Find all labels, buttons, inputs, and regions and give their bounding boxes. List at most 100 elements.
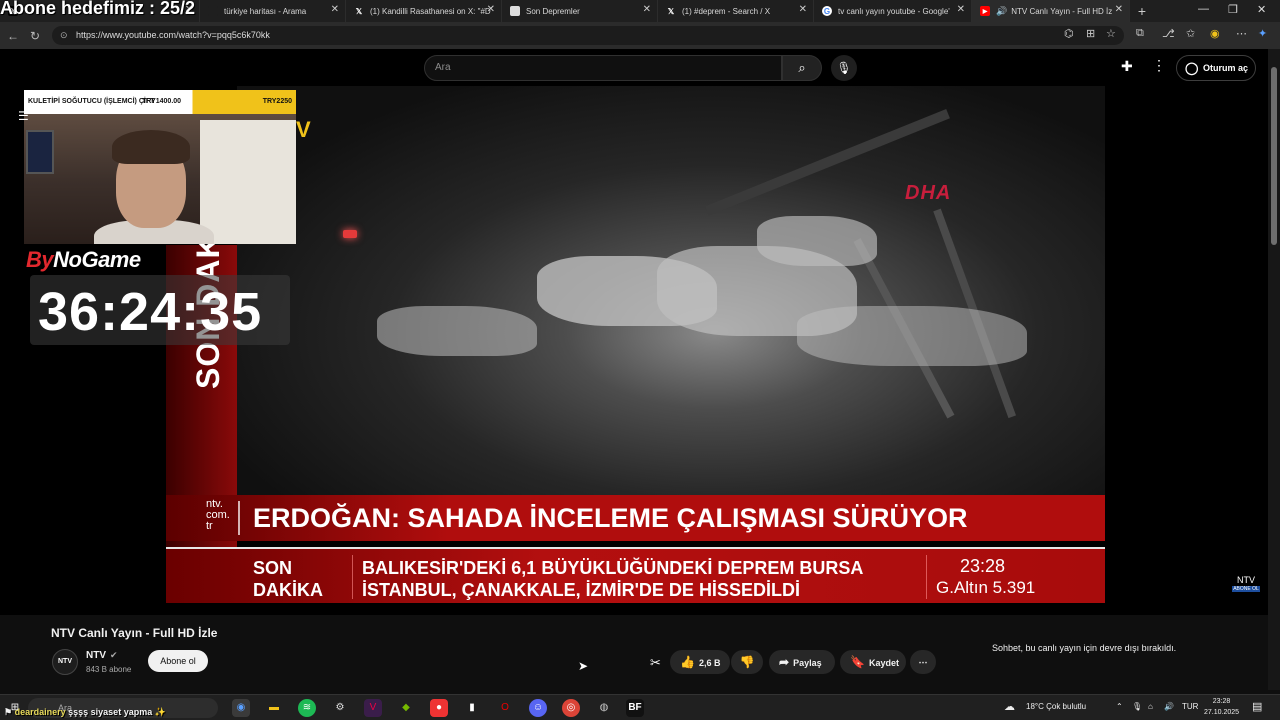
chrome-icon[interactable]: ◎ xyxy=(562,699,580,717)
steam-icon[interactable]: ⚙ xyxy=(331,699,349,717)
gold-price: G.Altın 5.391 xyxy=(936,578,1036,597)
tab-label: (1) #deprem - Search / X xyxy=(682,6,771,16)
new-tab-button[interactable]: + xyxy=(1130,3,1154,19)
more-menu-icon[interactable]: ⋯ xyxy=(1236,27,1247,40)
close-tab-icon[interactable]: ✕ xyxy=(487,4,495,15)
file-explorer-icon[interactable]: ▬ xyxy=(265,699,283,717)
bf-app-icon[interactable]: BF xyxy=(626,699,644,717)
tab-label: (1) Kandilli Rasathanesi on X: "#D xyxy=(370,6,491,16)
document-icon[interactable]: ▮ xyxy=(463,699,481,717)
copilot-icon[interactable]: ✦ xyxy=(1258,27,1267,40)
notification-icon[interactable]: ▤ xyxy=(1252,700,1262,713)
extension-icon[interactable]: ⌬ xyxy=(1064,27,1074,40)
page-scrollbar[interactable] xyxy=(1268,49,1280,690)
favorite-star-icon[interactable]: ☆ xyxy=(1106,27,1116,40)
video-scene-image: DHA xyxy=(237,86,1105,496)
language-indicator[interactable]: TUR xyxy=(1182,702,1198,711)
channel-name[interactable]: NTV xyxy=(86,650,106,661)
opera-icon[interactable]: O xyxy=(496,699,514,717)
mouse-cursor-icon: ➤ xyxy=(578,659,589,673)
chat-badge-icon: ⚑ xyxy=(4,707,13,717)
like-button[interactable]: 👍 2,6 B xyxy=(670,650,730,674)
favorites-icon[interactable]: ✩ xyxy=(1186,27,1195,40)
tab-deprem-search[interactable]: 𝕏 (1) #deprem - Search / X ✕ xyxy=(658,0,814,22)
chat-username: deardainery xyxy=(14,707,66,717)
subscriber-count: 843 B abone xyxy=(86,665,132,674)
network-icon[interactable]: ⌂ xyxy=(1148,702,1153,711)
video-title: NTV Canlı Yayın - Full HD İzle xyxy=(51,626,218,640)
search-icon: ⌕ xyxy=(798,60,806,75)
more-actions-button[interactable]: ⋯ xyxy=(910,650,936,674)
obs-icon[interactable]: ◍ xyxy=(595,699,613,717)
tab-ntv-active[interactable]: ▶ 🔊 NTV Canlı Yayın - Full HD İz ✕ xyxy=(972,0,1130,22)
vbox-icon[interactable]: V xyxy=(364,699,382,717)
search-input[interactable]: Ara xyxy=(424,55,782,81)
thumbs-down-icon: 👎 xyxy=(739,655,755,669)
clock[interactable]: 23:28 27.10.2025 xyxy=(1204,696,1239,718)
sparkle-icon: ✨ xyxy=(154,707,166,717)
discord-icon[interactable]: ☺ xyxy=(529,699,547,717)
extensions-icon[interactable]: ⧉ xyxy=(1136,27,1144,40)
ticker-label: SON DAKİKA xyxy=(253,558,323,600)
tab-son-depremler[interactable]: Son Depremler ✕ xyxy=(502,0,658,22)
create-icon[interactable]: ✚ xyxy=(1121,58,1133,75)
chat-message: şşşş siyaset yapma xyxy=(68,707,153,717)
share-button[interactable]: ➦ Paylaş xyxy=(769,650,835,674)
dha-watermark: DHA xyxy=(905,182,952,204)
ticker-divider xyxy=(926,555,927,599)
close-tab-icon[interactable]: ✕ xyxy=(799,4,807,15)
minimize-icon[interactable]: — xyxy=(1198,3,1209,15)
tab-label: tv canlı yayın youtube - Google' xyxy=(838,6,950,16)
weather-text[interactable]: 18°C Çok bulutlu xyxy=(1026,702,1086,711)
subscribe-button[interactable]: Abone ol xyxy=(148,650,208,672)
broadcast-clock: 23:28 xyxy=(960,556,1006,576)
url-field[interactable]: ⊙ https://www.youtube.com/watch?v=pqq5c6… xyxy=(52,26,1124,45)
app-install-icon[interactable]: ⊞ xyxy=(1086,27,1095,40)
tab-kandilli[interactable]: 𝕏 (1) Kandilli Rasathanesi on X: "#D ✕ xyxy=(346,0,502,22)
youtube-icon: ▶ xyxy=(980,6,990,16)
weather-icon: ☁ xyxy=(1004,701,1015,713)
settings-menu-icon[interactable]: ⋮ xyxy=(1152,57,1166,74)
maximize-icon[interactable]: ❐ xyxy=(1228,3,1238,16)
tab-bing[interactable]: türkiye haritası - Arama ✕ xyxy=(200,0,346,22)
edge-icon[interactable]: ◉ xyxy=(232,699,250,717)
sign-in-button[interactable]: ◯ Oturum aç xyxy=(1176,55,1256,81)
search-button[interactable]: ⌕ xyxy=(782,55,822,81)
dislike-button[interactable]: 👎 xyxy=(731,650,763,674)
voice-search-button[interactable]: 🎙 xyxy=(831,55,857,81)
close-tab-icon[interactable]: ✕ xyxy=(957,4,965,15)
back-icon[interactable]: ← xyxy=(2,29,24,43)
chat-disabled-message: Sohbet, bu canlı yayın için devre dışı b… xyxy=(992,643,1177,653)
close-tab-icon[interactable]: ✕ xyxy=(331,4,339,15)
close-tab-icon[interactable]: ✕ xyxy=(643,4,651,15)
remix-icon[interactable]: ✂ xyxy=(650,655,661,671)
spotify-icon[interactable]: ≋ xyxy=(298,699,316,717)
ntv-com-tr-brand: ntv. com. tr xyxy=(206,498,230,532)
account-icon: ◯ xyxy=(1185,61,1199,75)
close-tab-icon[interactable]: ✕ xyxy=(1115,4,1123,15)
tab-google[interactable]: G tv canlı yayın youtube - Google' ✕ xyxy=(814,0,972,22)
url-text: https://www.youtube.com/watch?v=pqq5c6k7… xyxy=(76,30,270,40)
ticker-divider xyxy=(352,555,353,599)
scrollbar-thumb[interactable] xyxy=(1271,67,1277,245)
video-player[interactable]: DHA SON DAKİ ntv. com. tr ERDOĞAN: SAHAD… xyxy=(0,49,1268,615)
save-button[interactable]: 🔖 Kaydet xyxy=(840,650,906,674)
profile-extension-icon[interactable]: ◉ xyxy=(1210,27,1220,40)
x-icon: 𝕏 xyxy=(355,6,363,16)
breaking-news-ticker: SON DAKİKA BALIKESİR'DEKİ 6,1 BÜYÜKLÜĞÜN… xyxy=(166,547,1105,603)
headline-divider xyxy=(238,501,240,535)
tray-expand-icon[interactable]: ⌃ xyxy=(1116,702,1123,711)
nvidia-icon[interactable]: ◆ xyxy=(397,699,415,717)
menu-icon[interactable]: ☰ xyxy=(18,109,29,123)
channel-avatar[interactable]: NTV xyxy=(52,649,78,675)
record-app-icon[interactable]: ● xyxy=(430,699,448,717)
site-info-icon[interactable]: ⊙ xyxy=(60,26,68,45)
microphone-tray-icon[interactable]: 🎙 xyxy=(1132,702,1142,711)
thumbs-up-icon: 👍 xyxy=(680,655,695,669)
x-icon: 𝕏 xyxy=(667,6,675,16)
close-window-icon[interactable]: ✕ xyxy=(1257,3,1266,16)
split-screen-icon[interactable]: ⎇ xyxy=(1162,27,1175,40)
reload-icon[interactable]: ↻ xyxy=(24,29,46,43)
volume-icon[interactable]: 🔊 xyxy=(1164,702,1174,711)
streamer-webcam: KULETİPİ SOĞUTUCU (İŞLEMCİ) ÇİFT TRY1400… xyxy=(24,90,296,244)
